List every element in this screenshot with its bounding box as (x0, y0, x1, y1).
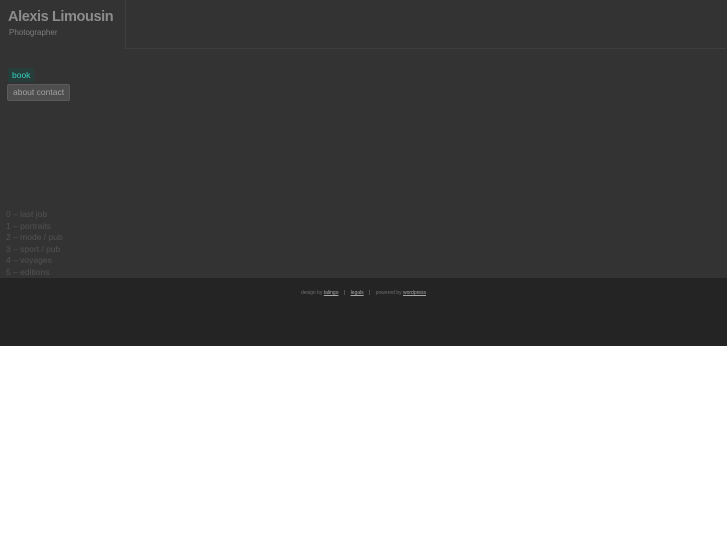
site-tagline: Photographer (9, 28, 58, 37)
footer-separator: | (369, 290, 371, 296)
category-item[interactable]: 4 – voyages (6, 255, 63, 267)
wordpress-link[interactable]: wordpress (403, 290, 426, 296)
category-item[interactable]: 1 – portraits (6, 221, 63, 233)
footer-credits: design by talingo | legals | powered by … (0, 290, 727, 296)
site-title[interactable]: Alexis Limousin (8, 9, 114, 25)
category-item[interactable]: 3 – sport / pub (6, 244, 63, 256)
category-list: 0 – last job 1 – portraits 2 – mode / pu… (6, 209, 63, 278)
site-branding: Alexis Limousin Photographer (0, 0, 125, 49)
nav-contact-link[interactable]: contact (37, 87, 64, 97)
nav-about-link[interactable]: about (13, 87, 34, 97)
header-panel (125, 0, 726, 49)
page: Alexis Limousin Photographer book about … (0, 0, 727, 545)
category-item[interactable]: 5 – editions (6, 267, 63, 279)
design-by-label: design by (300, 290, 323, 296)
nav-book-link[interactable]: book (8, 68, 35, 82)
category-item[interactable]: 2 – mode / pub (6, 232, 63, 244)
category-item[interactable]: 0 – last job (6, 209, 63, 221)
footer-separator: | (343, 290, 346, 296)
nav-menu: about contact (7, 84, 71, 101)
footer (0, 278, 727, 346)
legals-link[interactable]: legals (351, 290, 364, 296)
designer-link[interactable]: talingo (324, 290, 339, 296)
powered-by-label: powered by (375, 290, 402, 296)
main-area: Alexis Limousin Photographer book about … (0, 0, 727, 278)
